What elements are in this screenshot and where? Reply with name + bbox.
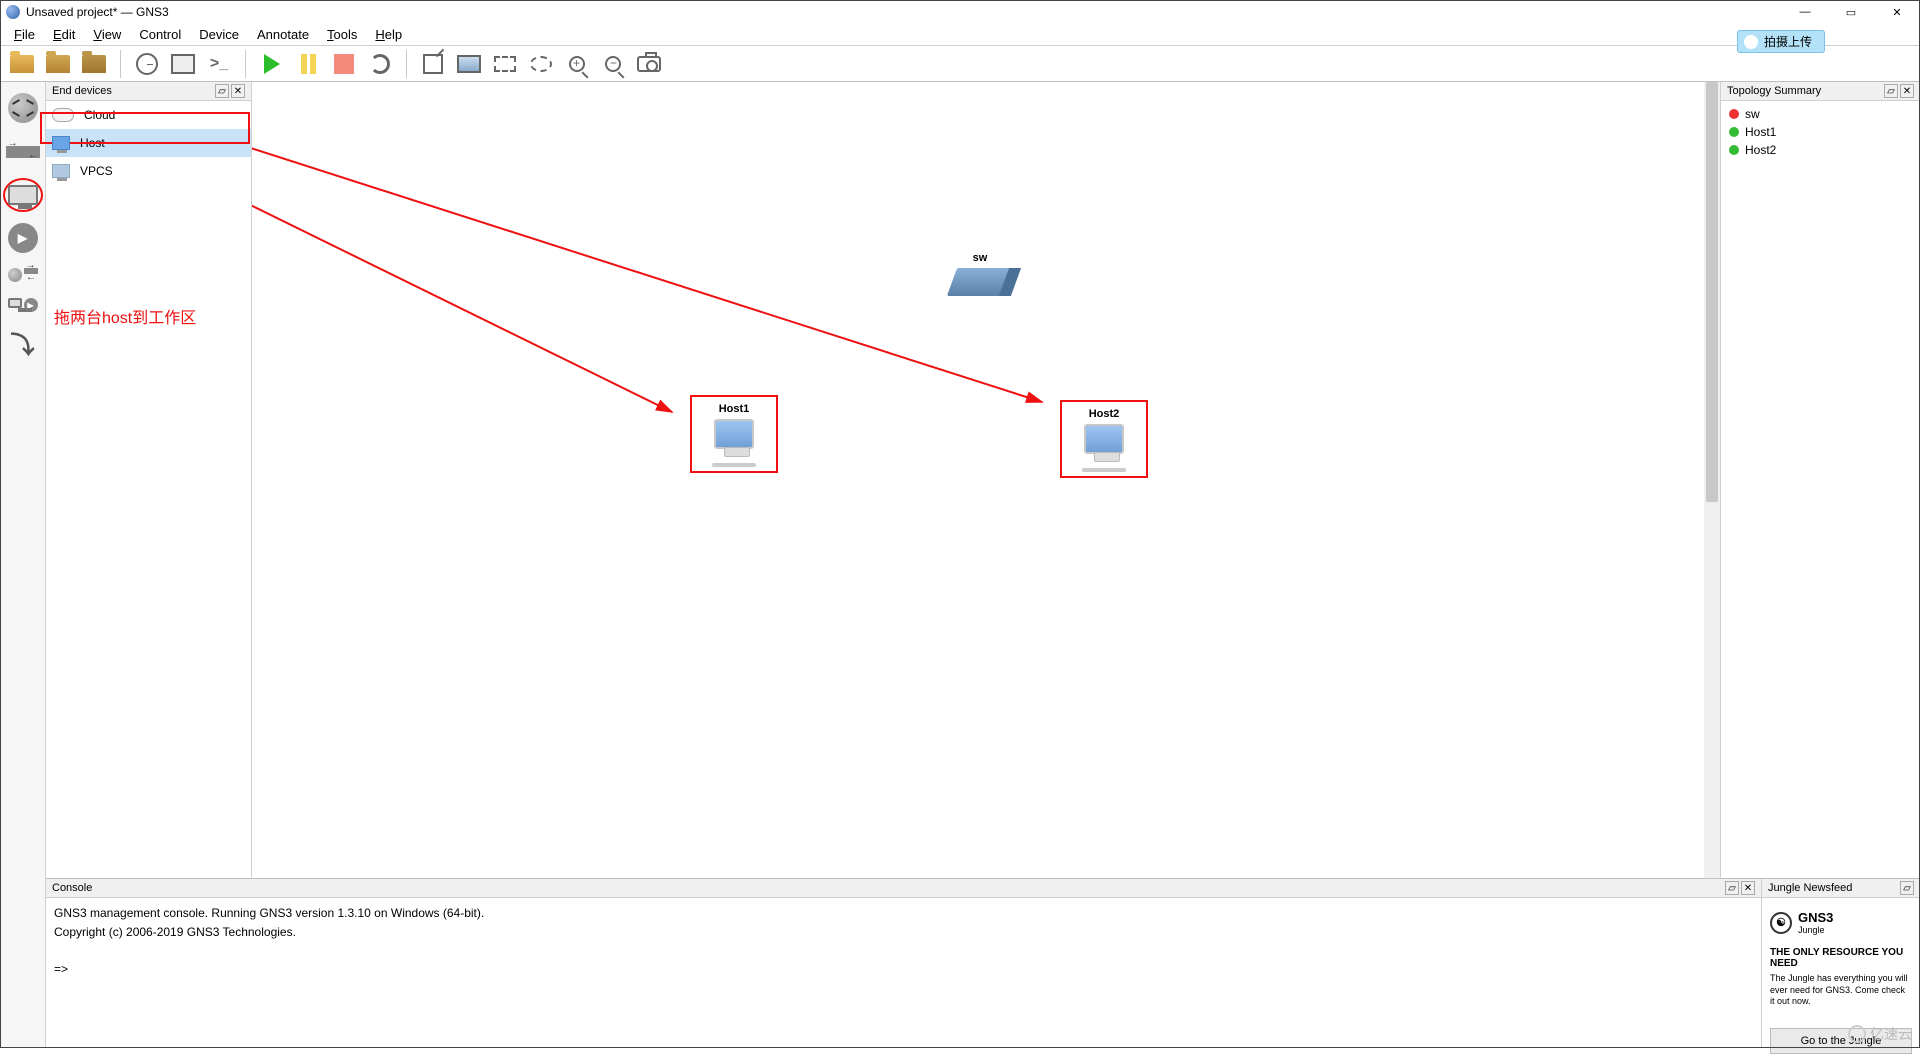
switch-small-icon	[24, 268, 38, 274]
jungle-description: The Jungle has everything you will ever …	[1770, 973, 1912, 1008]
all-devices-row2[interactable]: ▶	[5, 294, 41, 316]
menu-device[interactable]: Device	[191, 25, 247, 44]
switches-category-button[interactable]	[5, 134, 41, 170]
menu-annotate[interactable]: Annotate	[249, 25, 317, 44]
node-host1[interactable]: Host1	[690, 395, 778, 473]
menu-tools[interactable]: Tools	[319, 25, 365, 44]
toolbar: >_	[0, 46, 1920, 82]
devices-panel-header: End devices ▱ ✕	[46, 82, 251, 101]
draw-ellipse-button[interactable]	[527, 50, 555, 78]
computer-icon	[8, 185, 38, 205]
router-icon	[8, 93, 38, 123]
jungle-panel: Jungle Newsfeed ▱ ☯ GNS3Jungle THE ONLY …	[1762, 879, 1920, 1048]
insert-picture-button[interactable]	[455, 50, 483, 78]
switch-node-icon	[947, 268, 1013, 296]
security-icon: ▶	[8, 223, 38, 253]
upload-screenshot-button[interactable]: 拍摄上传	[1737, 30, 1825, 53]
console-output[interactable]: GNS3 management console. Running GNS3 ve…	[46, 898, 1761, 1048]
panel-float-button[interactable]: ▱	[1884, 84, 1898, 98]
computer-small-icon	[8, 298, 22, 308]
router-small-icon	[8, 268, 22, 282]
add-link-button[interactable]: ⤵	[5, 324, 41, 360]
host-icon	[52, 136, 70, 150]
console-panel: Console ▱ ✕ GNS3 management console. Run…	[46, 879, 1762, 1048]
jungle-panel-header: Jungle Newsfeed ▱	[1762, 879, 1920, 898]
menu-file[interactable]: File	[6, 25, 43, 44]
end-devices-category-button[interactable]	[3, 178, 43, 212]
all-devices-category-button[interactable]	[5, 264, 41, 286]
node-label: Host2	[1082, 408, 1126, 420]
node-label: Host1	[712, 403, 756, 415]
menu-edit[interactable]: Edit	[45, 25, 83, 44]
topology-panel-title: Topology Summary	[1727, 85, 1821, 97]
cable-icon: ⤵	[11, 325, 35, 360]
routers-category-button[interactable]	[5, 90, 41, 126]
screenshot-button[interactable]	[635, 50, 663, 78]
topology-item-label: Host2	[1745, 143, 1776, 157]
console-panel-header: Console ▱ ✕	[46, 879, 1761, 898]
minimize-button[interactable]: —	[1782, 0, 1828, 24]
open-project-button[interactable]	[44, 50, 72, 78]
jungle-headline: THE ONLY RESOURCE YOU NEED	[1770, 947, 1912, 969]
topology-list: sw Host1 Host2	[1721, 101, 1920, 163]
jungle-panel-title: Jungle Newsfeed	[1768, 882, 1852, 894]
app-icon	[6, 5, 20, 19]
switch-icon	[6, 146, 40, 158]
draw-rectangle-button[interactable]	[491, 50, 519, 78]
panel-float-button[interactable]: ▱	[1900, 881, 1914, 895]
console-all-button[interactable]: >_	[205, 50, 233, 78]
status-dot-icon	[1729, 109, 1739, 119]
add-note-button[interactable]	[419, 50, 447, 78]
watermark: 亿速云	[1848, 1024, 1912, 1044]
menubar: File Edit View Control Device Annotate T…	[0, 24, 1920, 46]
snapshot-button[interactable]	[133, 50, 161, 78]
annotation-text: 拖两台host到工作区	[54, 304, 196, 328]
topology-item-host2[interactable]: Host2	[1725, 141, 1916, 159]
gns3-logo-icon: ☯	[1770, 912, 1792, 934]
panel-float-button[interactable]: ▱	[215, 84, 229, 98]
device-category-toolbar: ▶ ▶ ⤵	[0, 82, 46, 1048]
panel-close-button[interactable]: ✕	[1741, 881, 1755, 895]
titlebar: Unsaved project* — GNS3 — ▭ ✕	[0, 0, 1920, 24]
close-button[interactable]: ✕	[1874, 0, 1920, 24]
panel-close-button[interactable]: ✕	[1900, 84, 1914, 98]
topology-item-host1[interactable]: Host1	[1725, 123, 1916, 141]
security-devices-category-button[interactable]: ▶	[5, 220, 41, 256]
stop-all-button[interactable]	[330, 50, 358, 78]
device-label: VPCS	[80, 164, 113, 178]
save-project-button[interactable]	[80, 50, 108, 78]
menu-help[interactable]: Help	[367, 25, 410, 44]
host-icon	[1084, 424, 1124, 454]
topology-panel-header: Topology Summary ▱ ✕	[1721, 82, 1920, 101]
topology-item-label: Host1	[1745, 125, 1776, 139]
pause-all-button[interactable]	[294, 50, 322, 78]
reload-all-button[interactable]	[366, 50, 394, 78]
host-icon	[714, 419, 754, 449]
device-item-vpcs[interactable]: VPCS	[46, 157, 251, 185]
panel-float-button[interactable]: ▱	[1725, 881, 1739, 895]
new-project-button[interactable]	[8, 50, 36, 78]
topology-item-label: sw	[1745, 107, 1760, 121]
vpcs-icon	[52, 164, 70, 178]
window-title: Unsaved project* — GNS3	[26, 5, 1782, 19]
start-all-button[interactable]	[258, 50, 286, 78]
devices-panel-title: End devices	[52, 85, 112, 97]
zoom-out-button[interactable]	[599, 50, 627, 78]
node-host2[interactable]: Host2	[1060, 400, 1148, 478]
menu-control[interactable]: Control	[131, 25, 189, 44]
node-label: sw	[952, 252, 1008, 264]
console-panel-title: Console	[52, 882, 92, 894]
jungle-logo: ☯ GNS3Jungle	[1770, 910, 1912, 935]
topology-item-sw[interactable]: sw	[1725, 105, 1916, 123]
node-switch[interactable]: sw	[952, 252, 1008, 296]
cloud-upload-icon	[1744, 35, 1758, 49]
maximize-button[interactable]: ▭	[1828, 0, 1874, 24]
zoom-in-button[interactable]	[563, 50, 591, 78]
watermark-icon	[1848, 1025, 1866, 1043]
status-dot-icon	[1729, 145, 1739, 155]
status-dot-icon	[1729, 127, 1739, 137]
menu-view[interactable]: View	[85, 25, 129, 44]
panel-close-button[interactable]: ✕	[231, 84, 245, 98]
show-interfaces-button[interactable]	[169, 50, 197, 78]
